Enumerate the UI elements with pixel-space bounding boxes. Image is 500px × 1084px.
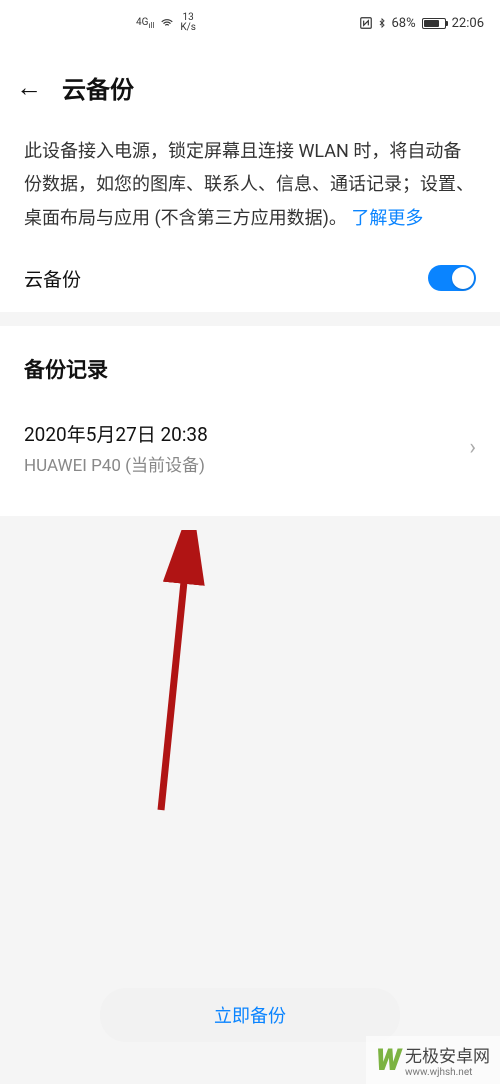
status-bar: 4Gıll 13 K/s 68% 22:06	[0, 0, 500, 46]
status-left-cluster: 4Gıll 13 K/s	[136, 13, 196, 33]
network-speed: 13 K/s	[180, 13, 196, 33]
cloud-backup-toggle-label: 云备份	[24, 265, 81, 292]
backup-records-section: 备份记录 2020年5月27日 20:38 HUAWEI P40 (当前设备) …	[0, 326, 500, 516]
backup-record-left: 2020年5月27日 20:38 HUAWEI P40 (当前设备)	[24, 420, 208, 476]
backup-record-date: 2020年5月27日 20:38	[24, 420, 208, 447]
header-row: ← 云备份	[0, 46, 500, 125]
back-button[interactable]: ←	[16, 75, 42, 101]
status-right-cluster: 68% 22:06	[359, 16, 484, 31]
watermark-url: www.wjhsh.net	[405, 1067, 490, 1078]
wifi-icon	[160, 16, 174, 30]
backup-records-title: 备份记录	[24, 354, 476, 384]
annotation-arrow	[138, 530, 218, 820]
page-title: 云备份	[62, 70, 134, 105]
backup-now-button[interactable]: 立即备份	[100, 988, 400, 1042]
battery-percent: 68%	[391, 16, 415, 31]
nfc-icon	[359, 16, 373, 30]
watermark: W 无极安卓网 www.wjhsh.net	[366, 1036, 500, 1084]
top-section: ← 云备份 此设备接入电源，锁定屏幕且连接 WLAN 时，将自动备份数据，如您的…	[0, 46, 500, 312]
watermark-brand: 无极安卓网	[405, 1042, 490, 1067]
watermark-textblock: 无极安卓网 www.wjhsh.net	[405, 1042, 490, 1078]
bluetooth-icon	[377, 16, 387, 30]
description-block: 此设备接入电源，锁定屏幕且连接 WLAN 时，将自动备份数据，如您的图库、联系人…	[0, 125, 500, 255]
toggle-thumb	[452, 267, 474, 289]
chevron-right-icon: ›	[469, 435, 476, 460]
clock: 22:06	[452, 16, 484, 31]
battery-icon	[422, 18, 446, 29]
learn-more-link[interactable]: 了解更多	[351, 208, 423, 229]
cloud-backup-toggle[interactable]	[428, 265, 476, 291]
watermark-logo: W	[376, 1043, 399, 1078]
cloud-backup-toggle-row: 云备份	[0, 255, 500, 296]
backup-record-device: HUAWEI P40 (当前设备)	[24, 451, 208, 476]
signal-4g-label: 4Gıll	[136, 17, 154, 30]
backup-record-item[interactable]: 2020年5月27日 20:38 HUAWEI P40 (当前设备) ›	[24, 420, 476, 476]
